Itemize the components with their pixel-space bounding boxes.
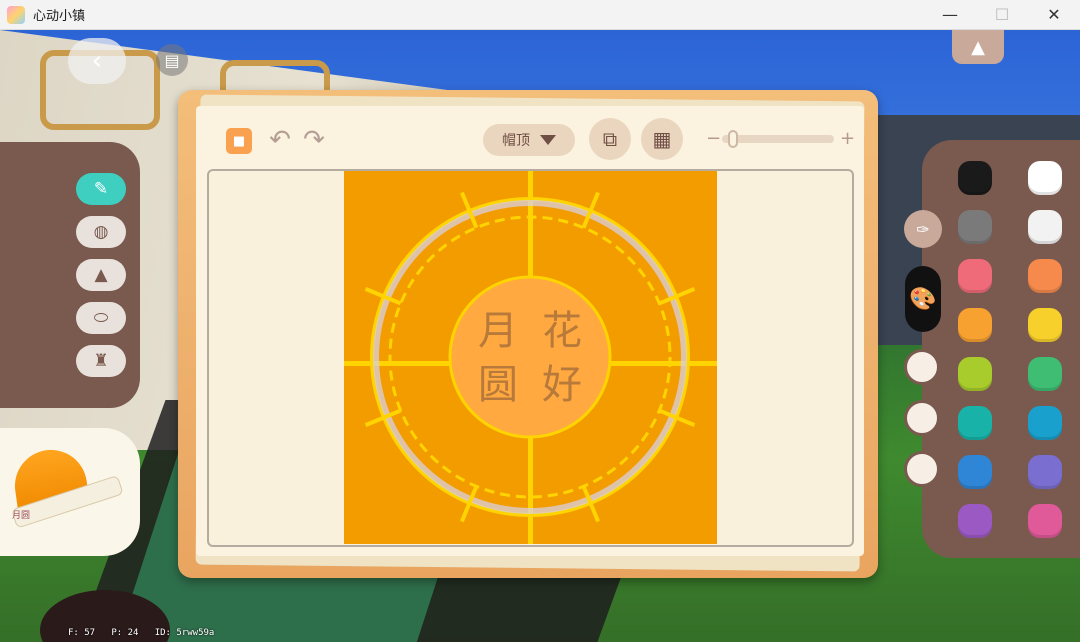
zoom-slider-thumb[interactable] — [727, 130, 738, 148]
paint-bucket-icon: ◍ — [93, 222, 109, 242]
canvas-artwork: 月 花 圆 好 — [344, 171, 717, 544]
session-id: ID: 5rww59a — [154, 628, 215, 638]
chevron-up-icon: ▲ — [971, 36, 985, 58]
stamp-tool-button[interactable]: ♜ — [76, 345, 126, 377]
undo-button[interactable]: ↶ — [264, 124, 296, 156]
window-title: 心动小镇 — [33, 9, 86, 24]
app-icon — [7, 5, 25, 24]
item-preview-card[interactable]: 月圆 — [0, 428, 140, 556]
color-swatch[interactable] — [1028, 455, 1062, 489]
eyedropper-button[interactable]: ✑ — [904, 210, 942, 248]
hat-preview-image — [10, 445, 90, 513]
save-icon: ■ — [232, 133, 246, 149]
zoom-in-icon[interactable]: + — [840, 128, 855, 149]
canvas-text-line-1: 月 花 — [478, 308, 582, 354]
shapes-icon: ▲ — [94, 265, 108, 285]
minimize-button[interactable]: — — [924, 0, 976, 30]
debug-info: F: 57 P: 24 ID: 5rww59a — [68, 628, 214, 638]
mirror-button[interactable]: ⧉ — [589, 118, 631, 160]
back-arrow-icon: ‹ — [91, 46, 103, 76]
color-swatch[interactable] — [958, 308, 992, 342]
color-swatch[interactable] — [958, 406, 992, 440]
recent-color-2[interactable] — [904, 400, 940, 436]
color-swatch[interactable] — [1028, 210, 1062, 244]
color-swatch[interactable] — [958, 161, 992, 195]
book-icon: ▤ — [164, 50, 180, 70]
color-swatch[interactable] — [1028, 504, 1062, 538]
redo-icon: ↷ — [303, 125, 325, 155]
pixel-canvas[interactable]: 月 花 圆 好 — [344, 171, 717, 544]
part-select-label: 帽顶 — [502, 133, 530, 149]
stamp-icon: ♜ — [93, 351, 109, 371]
ping-readout: P: 24 — [111, 628, 139, 638]
part-select-dropdown[interactable]: 帽顶 — [483, 124, 575, 156]
color-swatch[interactable] — [958, 504, 992, 538]
palette-button[interactable]: 🎨 — [905, 266, 941, 332]
color-swatch[interactable] — [1028, 308, 1062, 342]
eraser-icon: ⬭ — [93, 308, 109, 328]
fps-readout: F: 57 — [68, 628, 96, 638]
collapse-button[interactable]: ▲ — [952, 30, 1004, 64]
color-palette-panel — [922, 140, 1080, 558]
color-swatch[interactable] — [1028, 406, 1062, 440]
canvas-text-line-2: 圆 好 — [478, 362, 582, 408]
hat-preview-label: 月圆 — [12, 511, 31, 521]
color-swatch[interactable] — [958, 210, 992, 244]
color-swatch[interactable] — [958, 357, 992, 391]
undo-icon: ↶ — [269, 125, 291, 155]
palette-icon: 🎨 — [909, 286, 937, 312]
grid-icon: ▦ — [652, 127, 672, 151]
color-swatch[interactable] — [1028, 259, 1062, 293]
save-button[interactable]: ■ — [226, 128, 252, 154]
color-swatch[interactable] — [1028, 161, 1062, 195]
color-swatch[interactable] — [1028, 357, 1062, 391]
close-button[interactable]: ✕ — [1028, 0, 1080, 30]
maximize-button[interactable]: ☐ — [976, 0, 1028, 30]
eraser-tool-button[interactable]: ⬭ — [76, 302, 126, 334]
window-controls: — ☐ ✕ — [924, 0, 1080, 30]
pencil-icon: ✎ — [93, 179, 109, 199]
zoom-slider-track[interactable] — [722, 135, 834, 143]
fill-tool-button[interactable]: ◍ — [76, 216, 126, 248]
window-titlebar: 心动小镇 — ☐ ✕ — [0, 0, 1080, 30]
color-swatch[interactable] — [958, 259, 992, 293]
pencil-tool-button[interactable]: ✎ — [76, 173, 126, 205]
recent-color-3[interactable] — [904, 451, 940, 487]
caret-down-icon — [540, 135, 556, 145]
back-button[interactable]: ‹ — [68, 38, 126, 84]
redo-button[interactable]: ↷ — [298, 124, 330, 156]
zoom-out-icon[interactable]: − — [706, 128, 721, 149]
recent-color-1[interactable] — [904, 349, 940, 385]
grid-toggle-button[interactable]: ▦ — [641, 118, 683, 160]
mirror-icon: ⧉ — [602, 127, 618, 151]
eyedropper-icon: ✑ — [916, 219, 930, 239]
color-swatch[interactable] — [958, 455, 992, 489]
book-button[interactable]: ▤ — [156, 44, 188, 76]
shapes-tool-button[interactable]: ▲ — [76, 259, 126, 291]
